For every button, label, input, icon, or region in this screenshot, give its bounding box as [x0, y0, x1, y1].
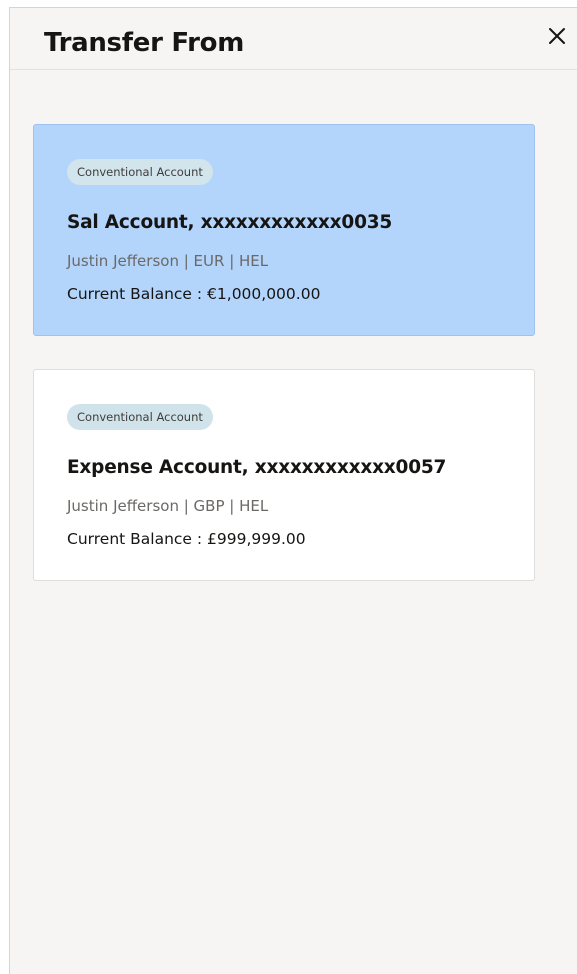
account-name: Sal Account, xxxxxxxxxxxx0035 [67, 212, 393, 233]
account-balance: Current Balance : £999,999.00 [67, 530, 306, 548]
page-title: Transfer From [44, 28, 245, 58]
account-owner-line: Justin Jefferson | EUR | HEL [67, 252, 269, 270]
panel-header: Transfer From [10, 8, 577, 70]
account-name: Expense Account, xxxxxxxxxxxx0057 [67, 457, 447, 478]
close-icon[interactable] [543, 22, 571, 50]
account-card-sal[interactable]: Conventional Account Sal Account, xxxxxx… [33, 124, 535, 336]
account-type-badge: Conventional Account [67, 404, 213, 430]
account-type-badge: Conventional Account [67, 159, 213, 185]
transfer-from-panel: Transfer From Conventional Account Sal A… [9, 7, 577, 974]
account-balance: Current Balance : €1,000,000.00 [67, 285, 321, 303]
account-owner-line: Justin Jefferson | GBP | HEL [67, 497, 269, 515]
account-card-expense[interactable]: Conventional Account Expense Account, xx… [33, 369, 535, 581]
